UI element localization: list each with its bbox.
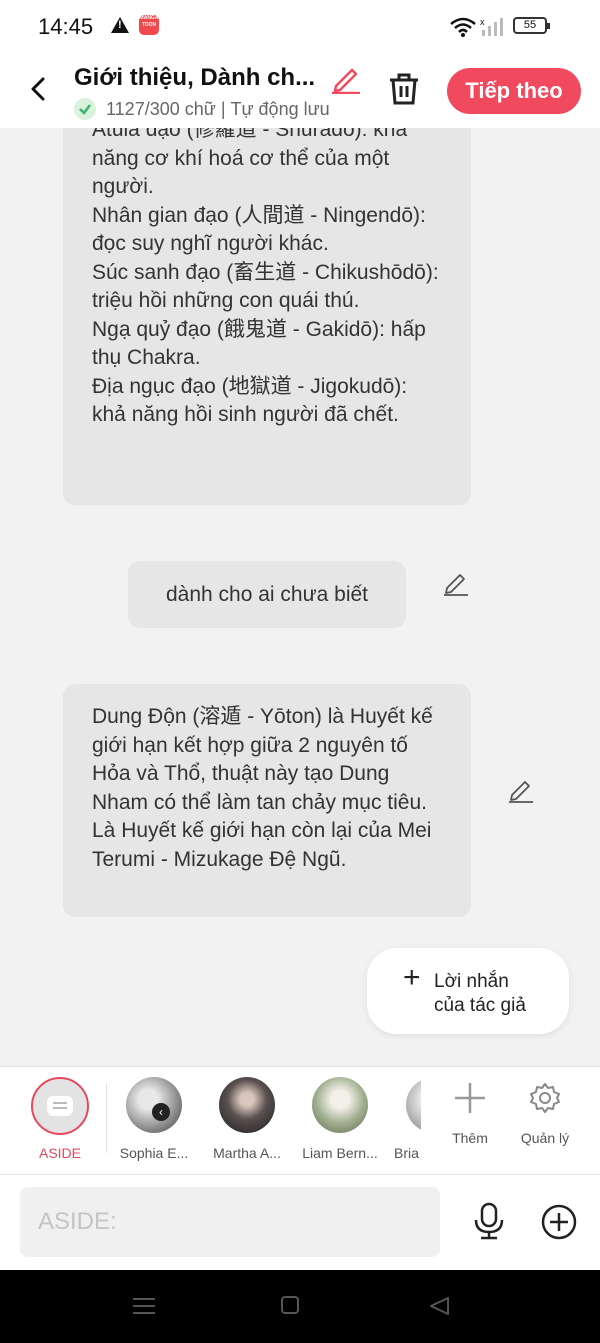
- avatar: ‹: [126, 1077, 182, 1133]
- avatar: [312, 1077, 368, 1133]
- wifi-icon: [450, 17, 476, 37]
- aside-chat-icon: [47, 1096, 73, 1116]
- character-name: Sophia E...: [119, 1145, 189, 1161]
- character-name: Martha A...: [213, 1145, 281, 1161]
- word-count: 1127/300 chữ: [106, 98, 216, 119]
- status-bar: 14:45 MANGA TOON x 55: [0, 0, 600, 54]
- autosave-label: Tự động lưu: [230, 98, 330, 119]
- system-nav-bar: [0, 1270, 600, 1343]
- character-name: Liam Bern...: [302, 1145, 378, 1161]
- manage-characters-button[interactable]: Quản lý: [510, 1081, 580, 1146]
- character-name: Bria: [394, 1145, 419, 1161]
- avatar: [219, 1077, 275, 1133]
- add-character-button[interactable]: Thêm: [435, 1081, 505, 1146]
- status-time: 14:45: [38, 14, 94, 39]
- plus-icon: +: [403, 961, 421, 994]
- message-bubble[interactable]: dành cho ai chưa biết: [128, 561, 406, 628]
- character-bria[interactable]: Bria: [388, 1077, 421, 1161]
- edit-pencil-icon[interactable]: [508, 777, 534, 803]
- expand-arrow-icon: ‹: [152, 1103, 170, 1121]
- gear-icon: [530, 1083, 560, 1113]
- trash-icon[interactable]: [388, 72, 420, 106]
- separator: |: [220, 98, 226, 119]
- recent-apps-icon[interactable]: [133, 1296, 155, 1316]
- plus-icon: [455, 1083, 485, 1113]
- app-notification-icon: MANGA TOON: [139, 15, 159, 35]
- microphone-icon[interactable]: [470, 1202, 508, 1240]
- message-text: Atula đạo (修羅道 - Shuradō): khả năng cơ k…: [92, 128, 439, 426]
- message-bubble[interactable]: Dung Độn (溶遁 - Yōton) là Huyết kế giới h…: [63, 684, 471, 917]
- chapter-title[interactable]: Giới thiệu, Dành ch...: [74, 64, 322, 92]
- edit-title-pencil-icon[interactable]: [330, 64, 362, 94]
- next-button[interactable]: Tiếp theo: [447, 68, 581, 114]
- character-martha[interactable]: Martha A...: [201, 1077, 293, 1161]
- add-label: Thêm: [452, 1130, 488, 1146]
- author-note-label: Lời nhắn của tác giả: [434, 971, 526, 1016]
- back-arrow-icon[interactable]: [24, 74, 54, 104]
- nav-back-icon[interactable]: [428, 1296, 450, 1316]
- character-bar: ASIDE ‹ Sophia E... Martha A... Liam Ber…: [0, 1066, 600, 1175]
- author-note-button[interactable]: + Lời nhắn của tác giả: [367, 948, 569, 1034]
- manage-label: Quản lý: [520, 1130, 570, 1146]
- message-input[interactable]: [20, 1187, 440, 1257]
- editor-header: Giới thiệu, Dành ch... 1127/300 chữ | Tự…: [0, 54, 600, 128]
- character-liam[interactable]: Liam Bern...: [294, 1077, 386, 1161]
- character-aside[interactable]: ASIDE: [14, 1077, 106, 1161]
- save-status: 1127/300 chữ | Tự động lưu: [74, 98, 330, 120]
- divider: [106, 1083, 107, 1153]
- signal-icon: x: [480, 17, 503, 36]
- story-chat[interactable]: Atula đạo (修羅道 - Shuradō): khả năng cơ k…: [0, 128, 600, 1066]
- character-name: ASIDE: [38, 1145, 81, 1161]
- aside-avatar: [31, 1077, 89, 1135]
- check-icon: [74, 98, 96, 120]
- character-sophia[interactable]: ‹ Sophia E...: [108, 1077, 200, 1161]
- home-icon[interactable]: [281, 1296, 299, 1314]
- battery-icon: 55: [513, 17, 550, 34]
- add-attachment-icon[interactable]: [541, 1204, 577, 1240]
- composer-bar: [0, 1174, 600, 1271]
- svg-text:x: x: [480, 17, 485, 27]
- edit-pencil-icon[interactable]: [443, 570, 469, 596]
- message-bubble[interactable]: Atula đạo (修羅道 - Shuradō): khả năng cơ k…: [63, 128, 471, 505]
- avatar: [406, 1077, 421, 1133]
- warning-icon: [111, 17, 129, 33]
